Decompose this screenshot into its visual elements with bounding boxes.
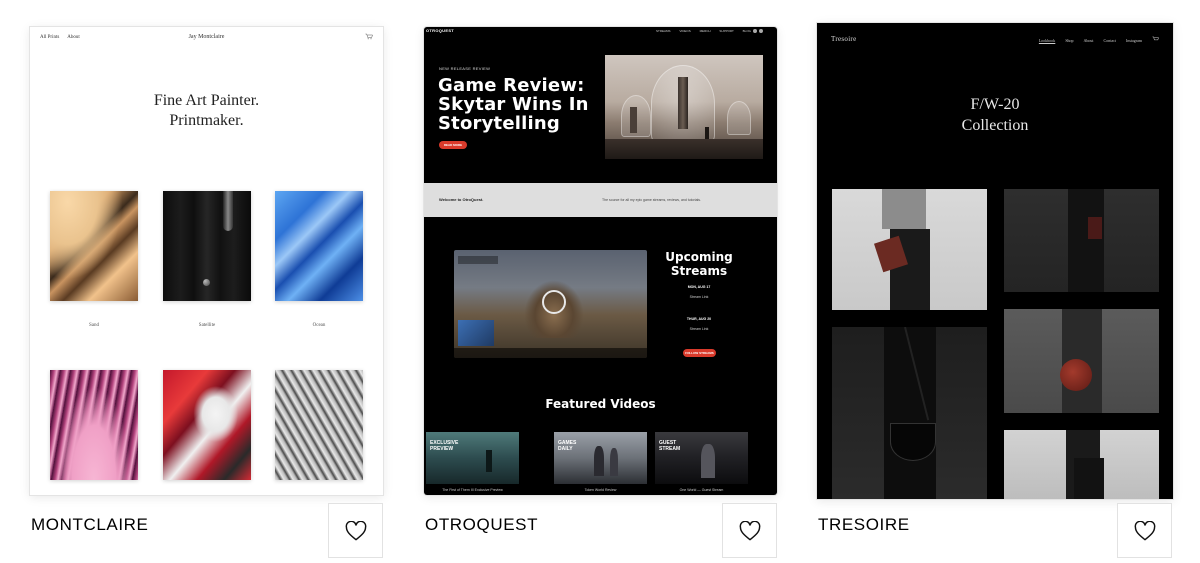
hero-line: F/W-20: [970, 96, 1020, 113]
upcoming-line: Streams: [670, 264, 728, 278]
lookbook-photo: [1004, 430, 1159, 499]
social-icon: [753, 29, 757, 33]
upcoming-heading: Upcoming Streams: [662, 250, 736, 278]
stream-link: Stream Link: [689, 295, 709, 299]
stream-preview-image: [454, 250, 647, 358]
video-thumbnail: GAMES DAILY: [554, 432, 647, 484]
video-tag: GUEST STREAM: [659, 440, 681, 452]
template-name[interactable]: TRESOIRE: [818, 515, 910, 535]
read-more-button: READ MORE: [439, 141, 467, 149]
stream-link: Stream Link: [689, 327, 709, 331]
artwork-caption: Sand: [89, 323, 99, 328]
preview-logo: OTROQUEST: [426, 28, 455, 33]
welcome-title: Welcome to OtroQuest.: [439, 197, 484, 202]
cart-icon: [1152, 36, 1159, 43]
preview-nav: All Prints About Jay Montclaire: [40, 33, 373, 45]
featured-heading: Featured Videos: [545, 397, 656, 411]
preview-nav-link: Lookbook: [1038, 38, 1056, 43]
social-icon: [759, 29, 763, 33]
favorite-button[interactable]: [1117, 503, 1172, 558]
preview-nav-link: Shop: [1065, 38, 1074, 43]
hero-title: Game Review: Skytar Wins In Storytelling: [438, 76, 589, 133]
upcoming-line: Upcoming: [665, 250, 733, 264]
video-caption: Token World Review: [584, 488, 617, 492]
preview-nav-links: Lookbook Shop About Contact Instagram: [1030, 36, 1159, 43]
artwork: [275, 370, 363, 480]
artwork: [163, 370, 251, 480]
preview-logo: Tresoire: [831, 35, 857, 43]
lookbook-photo: [1004, 309, 1159, 413]
hero-line: Fine Art Painter.: [153, 92, 260, 109]
template-preview-otroquest[interactable]: OTROQUEST STREAMS VIDEOS MERCH SUPPORT B…: [424, 27, 777, 495]
favorite-button[interactable]: [722, 503, 777, 558]
lookbook-photo: [832, 189, 987, 310]
artwork-sand: [50, 191, 138, 301]
hero-image: [605, 55, 763, 159]
heart-icon: [1134, 520, 1155, 540]
template-name[interactable]: OTROQUEST: [425, 515, 538, 535]
video-tag: EXCLUSIVE PREVIEW: [430, 440, 459, 452]
artwork-ocean: [275, 191, 363, 301]
stream-date: THUR, AUG 20: [686, 317, 712, 321]
preview-nav: OTROQUEST STREAMS VIDEOS MERCH SUPPORT B…: [424, 27, 777, 37]
hero-line: Collection: [961, 117, 1029, 134]
template-preview-montclaire[interactable]: All Prints About Jay Montclaire Fine Art…: [30, 27, 383, 495]
heart-icon: [345, 520, 366, 540]
hero-title-line: Game Review:: [438, 75, 585, 96]
preview-nav-links: STREAMS VIDEOS MERCH SUPPORT BLOG: [648, 29, 751, 33]
hero-title-line: Skytar Wins In: [438, 94, 589, 115]
artwork-satellite: [163, 191, 251, 301]
preview-nav-link: About: [1083, 38, 1094, 43]
favorite-button[interactable]: [328, 503, 383, 558]
video-thumbnail: GUEST STREAM: [655, 432, 748, 484]
template-preview-tresoire[interactable]: Tresoire Lookbook Shop About Contact Ins…: [817, 23, 1173, 499]
preview-hero-heading: Fine Art Painter. Printmaker.: [30, 91, 383, 131]
hero-line: Printmaker.: [169, 112, 244, 129]
preview-brand: Jay Montclaire: [188, 34, 225, 40]
preview-nav-link: STREAMS: [656, 29, 671, 33]
lookbook-photo: [1004, 189, 1159, 292]
heart-icon: [739, 520, 760, 540]
follow-streams-button: FOLLOW STREAMS: [683, 349, 716, 357]
hero-kicker: NEW RELEASE REVIEW: [439, 66, 491, 71]
preview-nav-link: VIDEOS: [679, 29, 691, 33]
video-caption: One World — Guest Stream: [679, 488, 724, 492]
preview-nav-link: SUPPORT: [719, 29, 734, 33]
welcome-band: Welcome to OtroQuest. The source for all…: [424, 183, 777, 217]
template-name[interactable]: MONTCLAIRE: [31, 515, 148, 535]
stream-date: MON, AUG 17: [687, 285, 711, 289]
preview-nav-link: Contact: [1103, 38, 1116, 43]
video-tag: GAMES DAILY: [558, 440, 577, 452]
hero-title-line: Storytelling: [438, 113, 560, 134]
welcome-text: The source for all my epic game streams,…: [602, 198, 702, 202]
preview-nav-link: Instagram: [1126, 38, 1142, 43]
lookbook-photo: [832, 327, 987, 499]
artwork-caption: Satellite: [198, 323, 216, 328]
video-caption: The First of Them III Exclusive Preview: [442, 488, 503, 492]
preview-hero-heading: F/W-20 Collection: [817, 94, 1173, 136]
cart-icon: [365, 33, 373, 42]
preview-nav-link: BLOG: [742, 29, 751, 33]
video-thumbnail: EXCLUSIVE PREVIEW: [426, 432, 519, 484]
artwork-caption: Ocean: [312, 323, 326, 328]
artwork: [50, 370, 138, 480]
preview-nav-link: MERCH: [699, 29, 711, 33]
